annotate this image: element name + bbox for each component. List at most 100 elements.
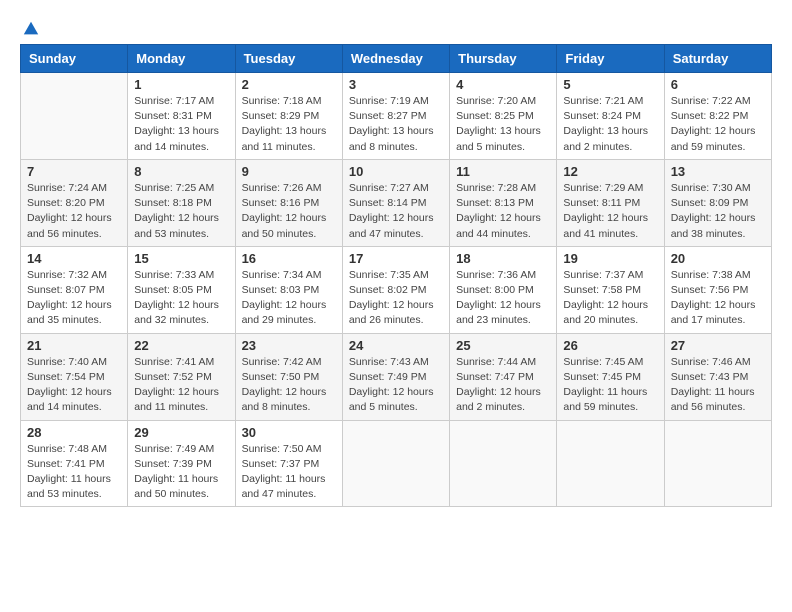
sunset-label: Sunset: 8:22 PM (671, 110, 749, 122)
sunset-label: Sunset: 8:20 PM (27, 197, 105, 209)
day-info: Sunrise: 7:26 AMSunset: 8:16 PMDaylight:… (242, 181, 336, 242)
day-number: 21 (27, 338, 121, 353)
day-info: Sunrise: 7:40 AMSunset: 7:54 PMDaylight:… (27, 355, 121, 416)
sunrise-label: Sunrise: 7:46 AM (671, 356, 751, 368)
daylight-label: Daylight: 12 hours and 17 minutes. (671, 299, 756, 326)
daylight-label: Daylight: 13 hours and 8 minutes. (349, 125, 434, 152)
day-info: Sunrise: 7:48 AMSunset: 7:41 PMDaylight:… (27, 442, 121, 503)
sunset-label: Sunset: 8:11 PM (563, 197, 640, 209)
day-info: Sunrise: 7:30 AMSunset: 8:09 PMDaylight:… (671, 181, 765, 242)
sunrise-label: Sunrise: 7:43 AM (349, 356, 429, 368)
day-info: Sunrise: 7:32 AMSunset: 8:07 PMDaylight:… (27, 268, 121, 329)
calendar-cell: 26Sunrise: 7:45 AMSunset: 7:45 PMDayligh… (557, 333, 664, 420)
daylight-label: Daylight: 12 hours and 23 minutes. (456, 299, 541, 326)
sunrise-label: Sunrise: 7:25 AM (134, 182, 214, 194)
sunrise-label: Sunrise: 7:22 AM (671, 95, 751, 107)
day-info: Sunrise: 7:42 AMSunset: 7:50 PMDaylight:… (242, 355, 336, 416)
sunrise-label: Sunrise: 7:27 AM (349, 182, 429, 194)
sunrise-label: Sunrise: 7:50 AM (242, 443, 322, 455)
sunrise-label: Sunrise: 7:18 AM (242, 95, 322, 107)
logo-icon (22, 20, 40, 38)
daylight-label: Daylight: 12 hours and 29 minutes. (242, 299, 327, 326)
sunset-label: Sunset: 8:16 PM (242, 197, 320, 209)
daylight-label: Daylight: 12 hours and 32 minutes. (134, 299, 219, 326)
sunrise-label: Sunrise: 7:30 AM (671, 182, 751, 194)
calendar-week-4: 21 Sunrise: 7:40 AMSunset: 7:54 PMDayligh… (21, 333, 772, 420)
daylight-label: Daylight: 13 hours and 2 minutes. (563, 125, 648, 152)
sunrise-label: Sunrise: 7:36 AM (456, 269, 536, 281)
calendar-cell: 20Sunrise: 7:38 AMSunset: 7:56 PMDayligh… (664, 246, 771, 333)
calendar-cell: 8Sunrise: 7:25 AMSunset: 8:18 PMDaylight… (128, 159, 235, 246)
sunrise-label: Sunrise: 7:24 AM (27, 182, 107, 194)
calendar-cell: 23Sunrise: 7:42 AMSunset: 7:50 PMDayligh… (235, 333, 342, 420)
calendar-table: SundayMondayTuesdayWednesdayThursdayFrid… (20, 44, 772, 507)
sunset-label: Sunset: 7:45 PM (563, 371, 641, 383)
day-number: 24 (349, 338, 443, 353)
sunset-label: Sunset: 8:02 PM (349, 284, 427, 296)
calendar-cell: 25Sunrise: 7:44 AMSunset: 7:47 PMDayligh… (450, 333, 557, 420)
day-info: Sunrise: 7:44 AMSunset: 7:47 PMDaylight:… (456, 355, 550, 416)
logo (20, 20, 40, 34)
daylight-label: Daylight: 11 hours and 50 minutes. (134, 473, 218, 500)
daylight-label: Daylight: 12 hours and 8 minutes. (242, 386, 327, 413)
sunrise-label: Sunrise: 7:44 AM (456, 356, 536, 368)
sunrise-label: Sunrise: 7:49 AM (134, 443, 214, 455)
sunset-label: Sunset: 8:00 PM (456, 284, 534, 296)
day-number: 12 (563, 164, 657, 179)
sunrise-label: Sunrise: 7:45 AM (563, 356, 643, 368)
day-info: Sunrise: 7:36 AM Sunset: 8:00 PM Daylight:… (456, 268, 550, 329)
sunset-label: Sunset: 8:07 PM (27, 284, 105, 296)
day-number: 7 (27, 164, 121, 179)
day-number: 18 (456, 251, 550, 266)
calendar-cell: 16Sunrise: 7:34 AMSunset: 8:03 PMDayligh… (235, 246, 342, 333)
daylight-label: Daylight: 12 hours and 35 minutes. (27, 299, 112, 326)
calendar-cell (450, 420, 557, 507)
day-number: 6 (671, 77, 765, 92)
daylight-label: Daylight: 13 hours and 14 minutes. (134, 125, 219, 152)
day-number: 15 (134, 251, 228, 266)
calendar-week-1: 1 Sunrise: 7:17 AM Sunset: 8:31 PM Daylight… (21, 73, 772, 160)
sunset-label: Sunset: 7:39 PM (134, 458, 212, 470)
sunset-label: Sunset: 8:05 PM (134, 284, 212, 296)
sunrise-label: Sunrise: 7:29 AM (563, 182, 643, 194)
daylight-label: Daylight: 12 hours and 41 minutes. (563, 212, 648, 239)
day-info: Sunrise: 7:25 AMSunset: 8:18 PMDaylight:… (134, 181, 228, 242)
calendar-cell: 11Sunrise: 7:28 AMSunset: 8:13 PMDayligh… (450, 159, 557, 246)
day-info: Sunrise: 7:21 AM Sunset: 8:24 PM Daylight:… (563, 94, 657, 155)
column-header-saturday: Saturday (664, 45, 771, 73)
daylight-label: Daylight: 12 hours and 56 minutes. (27, 212, 112, 239)
sunrise-label: Sunrise: 7:21 AM (563, 95, 643, 107)
day-info: Sunrise: 7:17 AM Sunset: 8:31 PM Daylight:… (134, 94, 228, 155)
daylight-label: Daylight: 12 hours and 2 minutes. (456, 386, 541, 413)
day-info: Sunrise: 7:34 AMSunset: 8:03 PMDaylight:… (242, 268, 336, 329)
day-number: 9 (242, 164, 336, 179)
sunset-label: Sunset: 8:27 PM (349, 110, 427, 122)
day-number: 20 (671, 251, 765, 266)
day-info: Sunrise: 7:22 AMSunset: 8:22 PMDaylight:… (671, 94, 765, 155)
calendar-cell: 27Sunrise: 7:46 AMSunset: 7:43 PMDayligh… (664, 333, 771, 420)
day-number: 1 (134, 77, 228, 92)
sunset-label: Sunset: 7:41 PM (27, 458, 105, 470)
calendar-cell: 1 Sunrise: 7:17 AM Sunset: 8:31 PM Daylight… (128, 73, 235, 160)
calendar-cell: 6Sunrise: 7:22 AMSunset: 8:22 PMDaylight… (664, 73, 771, 160)
sunset-label: Sunset: 8:24 PM (563, 110, 641, 122)
calendar-cell: 24 Sunrise: 7:43 AMSunset: 7:49 PMDayligh… (342, 333, 449, 420)
daylight-label: Daylight: 11 hours and 56 minutes. (671, 386, 755, 413)
day-info: Sunrise: 7:43 AMSunset: 7:49 PMDaylight:… (349, 355, 443, 416)
daylight-label: Daylight: 12 hours and 47 minutes. (349, 212, 434, 239)
day-number: 29 (134, 425, 228, 440)
sunset-label: Sunset: 8:29 PM (242, 110, 320, 122)
sunrise-label: Sunrise: 7:26 AM (242, 182, 322, 194)
day-number: 26 (563, 338, 657, 353)
sunrise-label: Sunrise: 7:17 AM (134, 95, 214, 107)
day-info: Sunrise: 7:20 AMSunset: 8:25 PMDaylight:… (456, 94, 550, 155)
calendar-cell: 21 Sunrise: 7:40 AMSunset: 7:54 PMDayligh… (21, 333, 128, 420)
calendar-header-row: SundayMondayTuesdayWednesdayThursdayFrid… (21, 45, 772, 73)
day-number: 4 (456, 77, 550, 92)
calendar-week-5: 28Sunrise: 7:48 AMSunset: 7:41 PMDayligh… (21, 420, 772, 507)
page-header (20, 20, 772, 34)
day-number: 30 (242, 425, 336, 440)
daylight-label: Daylight: 12 hours and 26 minutes. (349, 299, 434, 326)
day-number: 27 (671, 338, 765, 353)
sunset-label: Sunset: 8:31 PM (134, 110, 212, 122)
